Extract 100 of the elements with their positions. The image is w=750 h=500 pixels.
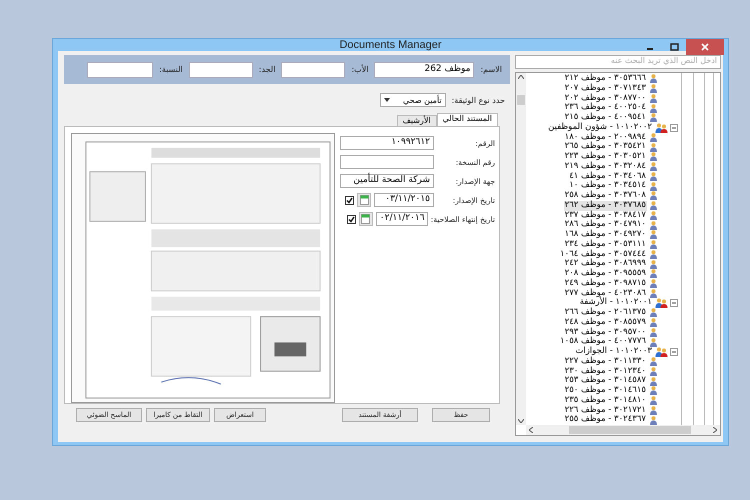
tree-item[interactable]: ٢٠٦١٣٧٥ - موظف ٢٦٦ (564, 308, 647, 318)
scroll-up-icon (518, 75, 524, 79)
person-icon (649, 260, 658, 269)
person-icon (649, 230, 658, 240)
tree-item[interactable]: ٣٠٢٤٣٦٧ - موظف ٢٥٥ (564, 415, 647, 425)
person-icon (649, 132, 658, 142)
close-button[interactable] (686, 39, 724, 55)
tree-item[interactable]: ٤٠٠٧٧٧٦ - موظف ١٠٥٨ (559, 337, 647, 347)
tree-item[interactable]: ٤٠٢٣٠٨٦ - موظف ٢٧٧ (564, 288, 647, 298)
checkbox[interactable] (345, 196, 354, 204)
person-icon (649, 366, 658, 376)
person-icon (649, 220, 658, 230)
person-icon (649, 386, 658, 396)
tab[interactable]: المستند الحالي (436, 113, 498, 126)
tree-item[interactable]: ٣٠٤٩٢٧٠ - موظف ١٦٨ (564, 230, 647, 240)
person-icon (649, 328, 658, 337)
person-icon (649, 84, 658, 94)
tree-item[interactable]: ٣٠٥٣٦٦٦ - موظف ٢١٢ (564, 74, 647, 84)
tree-item[interactable]: ٣٠٨٦٩٩٩ - موظف ٢٤٢ (564, 259, 647, 269)
input-field[interactable]: موظف 262 (374, 62, 474, 78)
input-field[interactable] (281, 62, 346, 78)
tree-item[interactable]: ٤٠٠٩٥٤١ - موظف ٢١٥ (564, 113, 647, 123)
person-icon (649, 416, 658, 425)
tree-item[interactable]: ٣٠٣٥٤٢١ - موظف ٢٦٥ (564, 142, 647, 152)
tree-item[interactable]: ٣٠٨٥٥٧٩ - موظف ٢٤٨ (564, 318, 647, 328)
person-icon (649, 142, 658, 152)
person-icon (649, 113, 658, 122)
date-field[interactable]: ٠٢/١١/٢٠١٦ (376, 212, 428, 226)
tree-item[interactable]: ١٠١٠٢٠٠٣ - الجوازات (574, 347, 653, 357)
collapse-toggle[interactable] (670, 348, 678, 356)
tree-item[interactable]: ٣٠٩٨٧١٥ - موظف ٢٤٩ (564, 278, 647, 288)
checkbox[interactable] (346, 214, 356, 224)
window-title: Documents Manager (339, 39, 442, 51)
person-icon (649, 396, 658, 406)
tab[interactable]: الأرشيف (396, 115, 437, 126)
tree-item[interactable]: ٢٠٠٩٨٩٤ - موظف ١٨٠ (564, 132, 647, 142)
document-type-dropdown[interactable]: تأمين صحي (380, 93, 446, 107)
tree-item[interactable]: ٤٠٠٢٥٠٤ - موظف ٢٣٦ (564, 103, 647, 113)
tree-item[interactable]: ٣٠٥٧٤٤٤ - موظف ١٠٦٤ (559, 250, 647, 260)
person-icon (649, 376, 658, 386)
collapse-toggle[interactable] (670, 124, 678, 132)
tree-item[interactable]: ٣٠٣٤٥١٤ - موظف ١٠ (568, 181, 647, 191)
person-icon (649, 162, 658, 172)
tree-item[interactable]: ٣٠١٤٥٨٧ - موظف ٢٥٣ (564, 376, 647, 386)
field-label: الاسم: (480, 65, 502, 74)
person-icon (649, 318, 658, 328)
tree-item[interactable]: ٣٠١١٣٣٠ - موظف ٢٢٧ (564, 356, 647, 366)
person-icon (649, 94, 658, 103)
field-label: الأب: (351, 65, 368, 74)
input-field[interactable]: ١٠٩٩٢٦١٢ (340, 136, 434, 150)
tree-item[interactable]: ٣٠٣٧٦٠٨ - موظف ٢٥٨ (564, 191, 647, 201)
tree-item[interactable]: ٣٠٣٤٠٦٨ - موظف ٤١ (568, 172, 647, 182)
person-icon (649, 210, 658, 220)
person-icon (649, 240, 658, 250)
person-icon (649, 288, 658, 298)
scroll-thumb[interactable] (517, 95, 525, 105)
date-field[interactable]: ٠٣/١١/٢٠١٥ (374, 193, 434, 207)
input-field[interactable] (188, 62, 253, 78)
field-label: الجد: (258, 65, 276, 74)
input-field[interactable]: شركة الصحة للتأمين (340, 174, 434, 188)
person-icon (649, 191, 658, 200)
tree-item[interactable]: ٣٠١٤٦١٥ - موظف ٢٥٠ (564, 386, 647, 396)
tree-item[interactable]: ٣٠١٤٨١٠ - موظف ٢٣٥ (564, 396, 647, 406)
tree-item[interactable]: ٣٠٩٥٧٠٠ - موظف ٢٩٣ (564, 328, 647, 338)
scroll-right-icon (713, 427, 717, 433)
tree-item[interactable]: ٣٠١٢٣٤٠ - موظف ٢٣٠ (564, 366, 647, 376)
horizontal-scrollbar[interactable] (526, 425, 720, 435)
vertical-scrollbar[interactable] (516, 73, 526, 425)
close-icon (701, 43, 709, 51)
person-icon (649, 74, 658, 84)
person-icon (649, 357, 658, 366)
field-label: حدد نوع الوثيقة: (452, 96, 505, 104)
person-icon (649, 338, 658, 347)
minus-icon (671, 124, 677, 131)
tree-item[interactable]: ٣٠٣٧٦٨٥ - موظف ٢٦٢ (564, 200, 647, 210)
tree-item[interactable]: ٣٠٣٨٤١٧ - موظف ٢٣٧ (564, 210, 647, 220)
person-icon (649, 269, 658, 278)
tree-item[interactable]: ٣٠٧١٣٤٣ - موظف ٢٠٧ (564, 84, 647, 94)
tree-item[interactable]: ١٠١٠٢٠٠١ - الأرشفة (578, 298, 653, 308)
tree-item[interactable]: ٣٠٩٥٥٥٩ - موظف ٢٠٨ (564, 269, 647, 279)
caret-icon (384, 98, 390, 102)
person-icon (649, 279, 658, 288)
tree-item[interactable]: ١٠١٠٢٠٠٢ - شؤون الموظفين (547, 122, 653, 132)
person-icon (649, 308, 658, 318)
tree-item[interactable]: ٣٠٣٠٥٢١ - موظف ٢٢٣ (564, 152, 647, 162)
scroll-thumb[interactable] (569, 426, 691, 434)
person-icon (649, 104, 658, 113)
input-field[interactable] (340, 155, 434, 169)
tree-item[interactable]: ٣٠٥٣١١١ - موظف ٢٣٤ (564, 240, 647, 250)
scroll-left-icon (529, 427, 533, 433)
tree-item[interactable]: ٣٠٢١٧٢١ - موظف ٢٢٦ (564, 406, 647, 416)
collapse-toggle[interactable] (670, 299, 678, 308)
person-icon (649, 172, 658, 181)
tree-item[interactable]: ٣٠٤٧٩١٠ - موظف ٢٨٦ (564, 220, 647, 230)
maximize-icon (670, 43, 678, 51)
tree-item[interactable]: ٣٠٣٢٠٨٤ - موظف ٢١٩ (564, 162, 647, 172)
tree-item[interactable]: ٣٠٨٧٧٠٠ - موظف ٢٠٢ (564, 94, 647, 104)
person-icon (649, 250, 658, 259)
person-icon (649, 182, 658, 191)
input-field[interactable] (87, 62, 154, 78)
